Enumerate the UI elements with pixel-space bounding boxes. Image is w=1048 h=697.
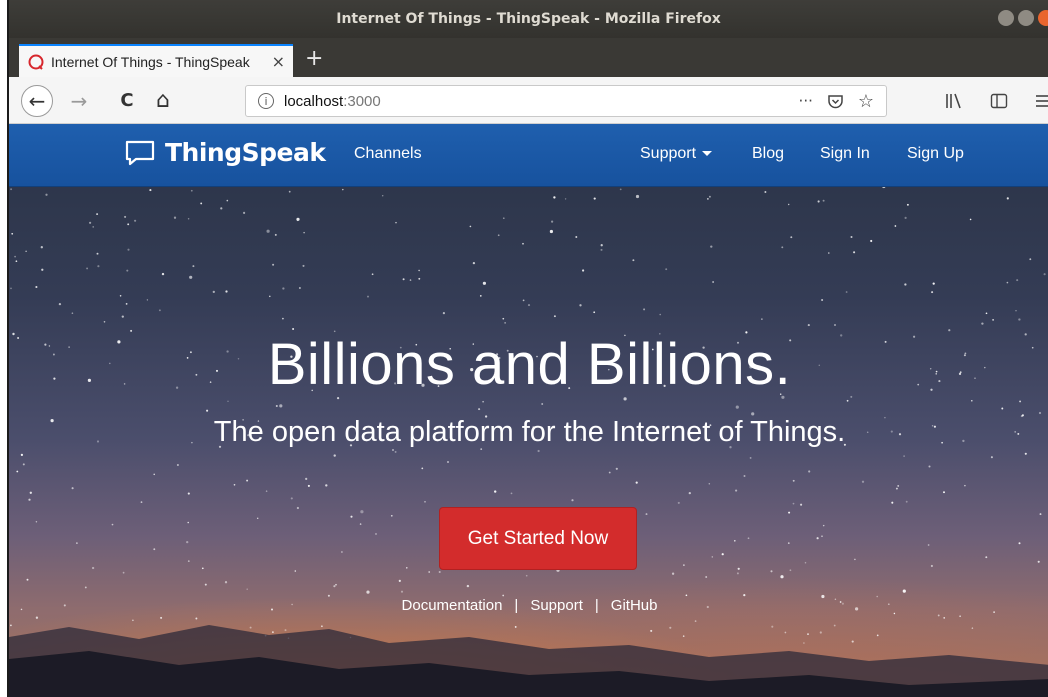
browser-tab[interactable]: Internet Of Things - ThingSpeak × — [19, 44, 293, 77]
hero-subtitle: The open data platform for the Internet … — [213, 416, 846, 448]
tab-close-icon[interactable]: × — [272, 52, 285, 71]
navigation-toolbar: ← → C ⌂ i localhost :3000 ··· ☆ — [9, 77, 1048, 124]
brand-link[interactable]: ThingSpeak — [125, 138, 326, 167]
page-actions-menu[interactable]: ··· — [799, 92, 813, 110]
window-controls — [998, 10, 1048, 26]
web-page: ThingSpeak Channels Support Blog Sign In… — [9, 124, 1048, 697]
documentation-link[interactable]: Documentation — [402, 597, 503, 614]
close-window-button[interactable] — [1038, 10, 1048, 26]
toolbar-right — [944, 77, 1048, 124]
back-button[interactable]: ← — [21, 85, 53, 117]
nav-support-label: Support — [640, 145, 697, 162]
url-actions: ··· ☆ — [799, 91, 874, 112]
forward-button[interactable]: → — [65, 77, 93, 124]
site-navbar: ThingSpeak Channels Support Blog Sign In… — [9, 124, 1048, 187]
hamburger-menu-icon[interactable] — [1034, 93, 1048, 109]
url-bar[interactable]: i localhost :3000 ··· ☆ — [245, 85, 887, 117]
get-started-button[interactable]: Get Started Now — [439, 507, 637, 570]
nav-sign-up-link[interactable]: Sign Up — [907, 145, 964, 163]
new-tab-button[interactable]: + — [305, 48, 323, 70]
window-title: Internet Of Things - ThingSpeak - Mozill… — [336, 11, 721, 27]
hero-links: Documentation | Support | GitHub — [9, 597, 1048, 614]
support-link[interactable]: Support — [530, 597, 583, 614]
hero-title: Billions and Billions. — [267, 332, 792, 397]
nav-sign-in-link[interactable]: Sign In — [820, 145, 870, 163]
github-link[interactable]: GitHub — [611, 597, 658, 614]
bookmark-star-icon[interactable]: ☆ — [858, 91, 874, 112]
sidebar-icon[interactable] — [990, 93, 1008, 109]
link-separator: | — [594, 597, 599, 614]
thingspeak-favicon-icon — [28, 54, 44, 70]
nav-blog-link[interactable]: Blog — [752, 145, 784, 163]
tab-title: Internet Of Things - ThingSpeak — [51, 53, 250, 70]
link-separator: | — [514, 597, 519, 614]
chevron-down-icon — [702, 151, 713, 157]
nav-channels-link[interactable]: Channels — [354, 145, 422, 163]
reload-button[interactable]: C — [113, 77, 141, 124]
nav-support-dropdown[interactable]: Support — [640, 145, 713, 163]
pocket-icon[interactable] — [827, 93, 844, 110]
tab-strip: Internet Of Things - ThingSpeak × + — [9, 38, 1048, 77]
mountain-silhouette — [9, 625, 1048, 697]
library-icon[interactable] — [944, 92, 964, 110]
thingspeak-logo-icon — [125, 140, 155, 165]
brand-name: ThingSpeak — [165, 138, 326, 167]
title-bar: Internet Of Things - ThingSpeak - Mozill… — [9, 0, 1048, 38]
url-port: :3000 — [343, 92, 381, 110]
home-button[interactable]: ⌂ — [149, 77, 177, 124]
maximize-button[interactable] — [1018, 10, 1034, 26]
minimize-button[interactable] — [998, 10, 1014, 26]
browser-window: Internet Of Things - ThingSpeak - Mozill… — [7, 0, 1048, 697]
url-host: localhost — [284, 92, 344, 110]
site-info-icon[interactable]: i — [258, 93, 274, 109]
